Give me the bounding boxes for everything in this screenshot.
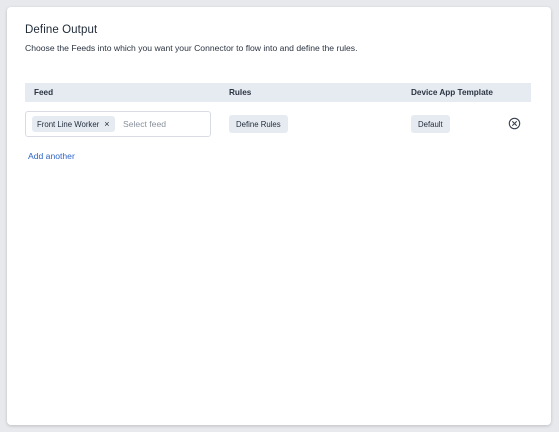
template-default-button[interactable]: Default [411,115,450,133]
define-output-panel: Define Output Choose the Feeds into whic… [7,7,551,425]
panel-description: Choose the Feeds into which you want you… [25,43,358,53]
close-circle-icon[interactable] [508,117,521,130]
table-header: Feed Rules Device App Template [25,83,531,102]
add-another-link[interactable]: Add another [28,151,75,161]
chip-remove-icon[interactable]: × [104,119,109,129]
select-feed-input[interactable] [123,117,205,131]
feed-chip-label: Front Line Worker [37,119,100,129]
feed-select[interactable]: Front Line Worker × [25,111,211,137]
column-header-template: Device App Template [411,88,493,97]
column-header-feed: Feed [34,88,54,97]
define-rules-button[interactable]: Define Rules [229,115,288,133]
panel-title: Define Output [25,24,98,36]
column-header-rules: Rules [229,88,252,97]
feed-chip: Front Line Worker × [32,116,115,132]
